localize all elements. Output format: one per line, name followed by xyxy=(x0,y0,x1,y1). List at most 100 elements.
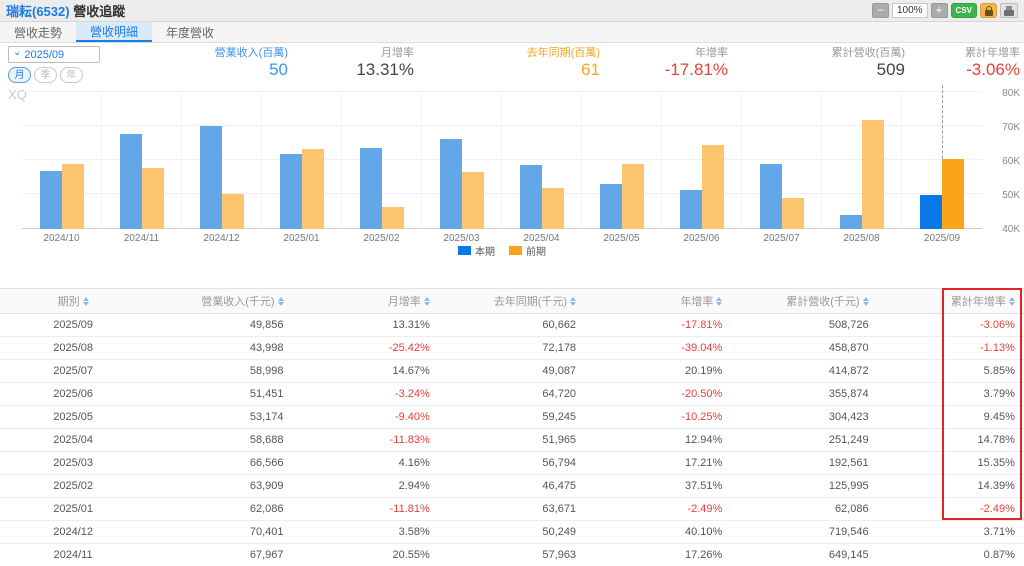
table-cell: 63,909 xyxy=(249,480,284,492)
revenue-chart: XQ 2024/10 2024/11 2024/12 2025/01 2025/02 20… xyxy=(0,85,1024,265)
table-cell: 14.67% xyxy=(392,365,430,377)
table-cell: -10.25% xyxy=(681,411,723,423)
sort-icon[interactable] xyxy=(716,296,723,306)
table-row[interactable]: 2025/06 51,451 -3.24% 64,720 -20.50% 355,874 3… xyxy=(0,383,1024,406)
table-cell: -1.13% xyxy=(980,342,1015,354)
sort-icon[interactable] xyxy=(277,296,284,306)
bar-current[interactable] xyxy=(920,195,942,229)
column-header[interactable]: 累計年增率 xyxy=(878,293,1024,309)
table-cell: 251,249 xyxy=(828,434,869,446)
stat-block: 累計年增率 -3.06% xyxy=(909,46,1024,85)
bar-current[interactable] xyxy=(279,153,302,229)
bar-current[interactable] xyxy=(679,190,702,229)
period-button-month[interactable]: 月 xyxy=(8,67,31,83)
sort-icon[interactable] xyxy=(82,296,89,306)
bar-previous[interactable] xyxy=(942,158,964,229)
table-row[interactable]: 2025/02 63,909 2.94% 46,475 37.51% 125,995 14.… xyxy=(0,475,1024,498)
control-row: ⌄ 2025/09 月 季 年 營業收入(百萬) 50 月增率 13.31% 去年同期(… xyxy=(0,43,1024,85)
zoom-level: 100% xyxy=(891,3,928,18)
period-button-quarter[interactable]: 季 xyxy=(34,67,57,83)
print-button[interactable] xyxy=(1000,3,1018,18)
date-select[interactable]: ⌄ 2025/09 xyxy=(8,46,100,63)
table-cell: 12.94% xyxy=(685,434,723,446)
sort-icon[interactable] xyxy=(570,296,577,306)
table-cell: 17.21% xyxy=(685,457,723,469)
zoom-in-button[interactable]: + xyxy=(930,3,948,18)
column-header[interactable]: 去年同期(千元) xyxy=(439,293,585,309)
stock-code: 瑞耘(6532) xyxy=(6,4,70,19)
table-cell: 20.55% xyxy=(392,549,430,561)
period-toggle: 月 季 年 xyxy=(8,67,200,83)
bar-current[interactable] xyxy=(359,147,382,229)
csv-export-button[interactable]: CSV xyxy=(950,3,977,18)
table-cell: 2.94% xyxy=(398,480,430,492)
stat-block: 營業收入(百萬) 50 xyxy=(200,46,292,85)
table-row[interactable]: 2024/11 67,967 20.55% 57,963 17.26% 649,145 0.… xyxy=(0,544,1024,566)
column-header[interactable]: 年增率 xyxy=(585,293,731,309)
bar-current[interactable] xyxy=(839,215,862,229)
table-cell: 63,671 xyxy=(542,503,577,515)
bar-current[interactable] xyxy=(759,164,782,229)
bar-current[interactable] xyxy=(439,138,462,229)
table-body: 2025/09 49,856 13.31% 60,662 -17.81% 508,726 -… xyxy=(0,314,1024,566)
table-row[interactable]: 2025/05 53,174 -9.40% 59,245 -10.25% 304,423 9… xyxy=(0,406,1024,429)
table-row[interactable]: 2025/08 43,998 -25.42% 72,178 -39.04% 458,870… xyxy=(0,337,1024,360)
bar-previous[interactable] xyxy=(301,148,324,229)
table-row[interactable]: 2024/12 70,401 3.58% 50,249 40.10% 719,546 3.7… xyxy=(0,521,1024,544)
table-cell: -3.06% xyxy=(980,319,1015,331)
bar-current[interactable] xyxy=(599,184,622,229)
table-row[interactable]: 2025/07 58,998 14.67% 49,087 20.19% 414,872 5.… xyxy=(0,360,1024,383)
column-header[interactable]: 累計營收(千元) xyxy=(731,293,877,309)
table-row[interactable]: 2025/04 58,688 -11.83% 51,965 12.94% 251,249 1… xyxy=(0,429,1024,452)
chart-group: 2025/02 xyxy=(342,93,422,244)
stat-label: 累計年增率 xyxy=(965,47,1020,59)
column-header-label: 去年同期(千元) xyxy=(493,296,568,308)
revenue-table: 期別 營業收入(千元) 月增率 去年同期(千元) 年增率 累計營收(千元) 累計年增率 20… xyxy=(0,288,1024,566)
bar-current[interactable] xyxy=(119,133,142,229)
chart-group: 2024/11 xyxy=(102,93,182,244)
tab-revenue-trend[interactable]: 營收走勢 xyxy=(0,22,76,42)
chart-group: 2025/05 xyxy=(582,93,662,244)
zoom-out-button[interactable]: − xyxy=(871,3,889,18)
table-cell: 2025/02 xyxy=(53,480,94,492)
sort-icon[interactable] xyxy=(1008,296,1015,306)
tab-revenue-detail[interactable]: 營收明細 xyxy=(76,22,153,42)
table-row[interactable]: 2025/03 66,566 4.16% 56,794 17.21% 192,561 15.… xyxy=(0,452,1024,475)
bar-previous[interactable] xyxy=(61,164,84,229)
column-header[interactable]: 營業收入(千元) xyxy=(146,293,292,309)
bar-previous[interactable] xyxy=(701,144,724,229)
table-cell: 57,963 xyxy=(542,549,577,561)
tab-annual-revenue[interactable]: 年度營收 xyxy=(152,22,228,42)
bar-previous[interactable] xyxy=(541,188,564,229)
chart-group: 2024/10 xyxy=(22,93,102,244)
bar-previous[interactable] xyxy=(141,167,164,229)
table-cell: 414,872 xyxy=(828,365,869,377)
y-axis: 80K 70K 60K 50K 40K xyxy=(990,85,1020,265)
column-header[interactable]: 月增率 xyxy=(293,293,439,309)
bar-previous[interactable] xyxy=(461,171,484,229)
column-header[interactable]: 期別 xyxy=(0,293,146,309)
table-cell: 13.31% xyxy=(392,319,430,331)
table-row[interactable]: 2025/09 49,856 13.31% 60,662 -17.81% 508,726 -… xyxy=(0,314,1024,337)
bar-current[interactable] xyxy=(519,165,542,229)
table-cell: 51,451 xyxy=(249,388,284,400)
bar-previous[interactable] xyxy=(221,194,244,229)
bar-current[interactable] xyxy=(39,171,62,229)
table-cell: 2024/11 xyxy=(53,549,93,561)
legend-item: 前期 xyxy=(509,243,546,258)
lock-button[interactable] xyxy=(980,3,997,18)
sort-icon[interactable] xyxy=(862,296,869,306)
period-button-year[interactable]: 年 xyxy=(60,67,83,83)
bar-previous[interactable] xyxy=(861,119,884,229)
table-cell: 20.19% xyxy=(685,365,723,377)
table-cell: -3.24% xyxy=(394,388,430,400)
sort-icon[interactable] xyxy=(423,296,430,306)
bar-previous[interactable] xyxy=(381,206,404,229)
column-header-label: 期別 xyxy=(57,296,80,308)
bar-current[interactable] xyxy=(199,125,222,229)
y-axis-label: 60K xyxy=(1002,156,1020,167)
table-row[interactable]: 2025/01 62,086 -11.81% 63,671 -2.49% 62,086 -2… xyxy=(0,498,1024,521)
bar-previous[interactable] xyxy=(621,163,644,229)
bar-previous[interactable] xyxy=(781,198,804,229)
chart-group: 2025/09 xyxy=(902,85,982,244)
